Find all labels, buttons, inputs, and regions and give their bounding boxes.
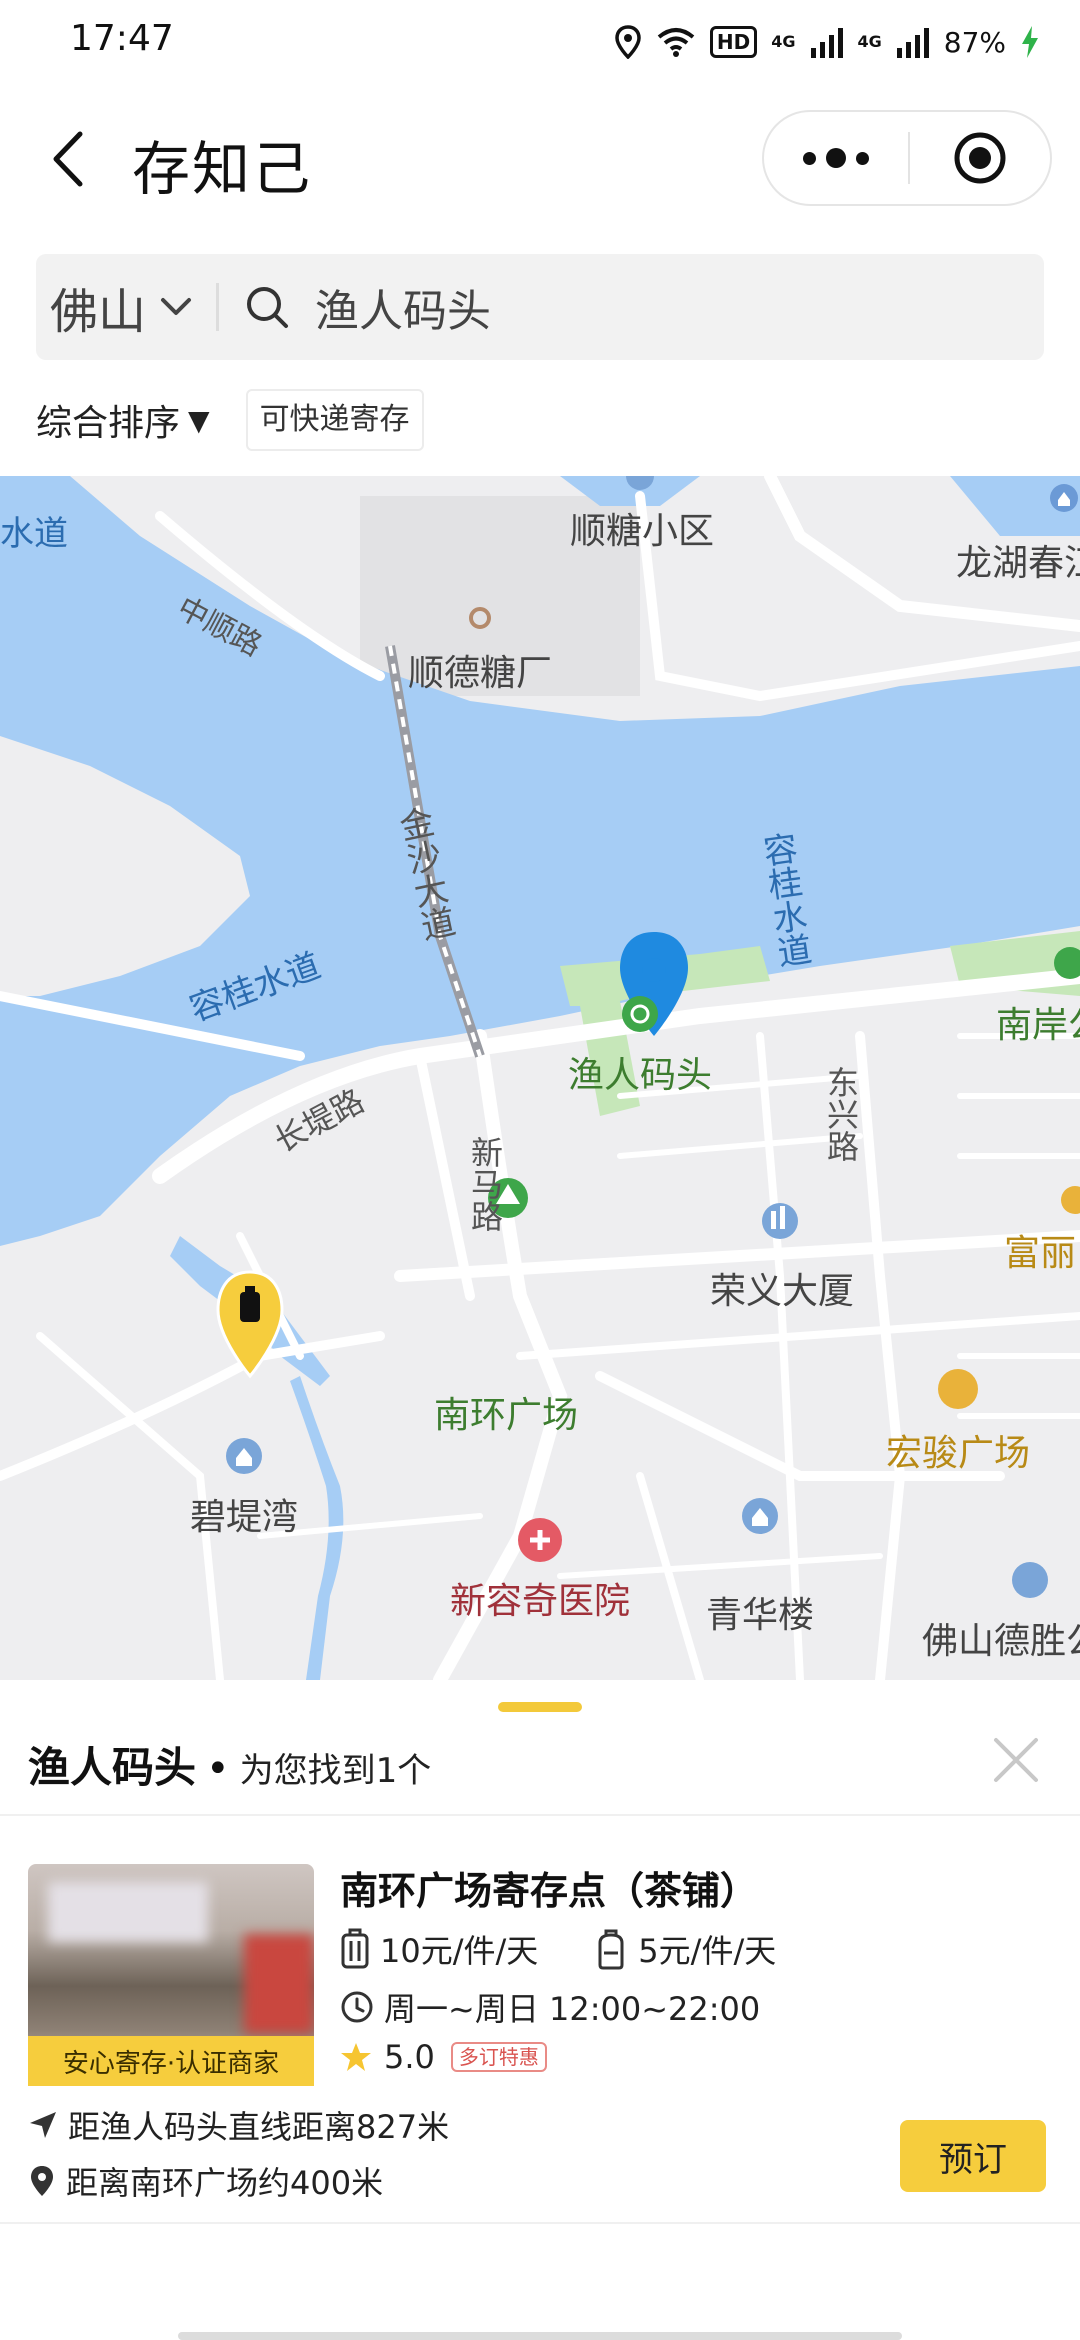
map-label-nanhuan: 南环广场	[434, 1395, 579, 1436]
rating-row: 5.0 多订特惠	[340, 2038, 547, 2076]
close-sheet-button[interactable]	[986, 1730, 1046, 1790]
location-icon	[615, 25, 641, 59]
signal-icon	[810, 28, 843, 58]
map-label-longhu: 龙湖春江	[956, 543, 1080, 584]
rating-value: 5.0	[384, 2038, 435, 2076]
search-icon	[247, 287, 289, 328]
status-icons: HD 4G 4G 87%	[614, 20, 1040, 64]
divider	[0, 1814, 1080, 1816]
map-label-nanan: 南岸公	[996, 1005, 1080, 1046]
result-count: 为您找到1个	[239, 1751, 432, 1791]
hours-row: 周一~周日 12:00~22:00	[340, 1984, 760, 2030]
wifi-icon	[657, 28, 695, 57]
map-pin-icon	[31, 2166, 53, 2196]
separator-dot: •	[206, 1746, 230, 1792]
charging-icon	[1022, 26, 1038, 58]
map-label-biti: 碧堤湾	[190, 1497, 299, 1538]
page-title: 存知己	[132, 135, 313, 203]
more-dots-icon	[803, 151, 816, 165]
map-label-fuli: 富丽	[1004, 1233, 1077, 1274]
distance-row: 距渔人码头直线距离827米	[28, 2102, 449, 2148]
status-time: 17:47	[70, 18, 174, 59]
sort-dropdown[interactable]: 综合排序 ▼	[36, 394, 210, 446]
map-label-xinma: 新马路	[466, 1136, 504, 1232]
sort-label: 综合排序	[36, 403, 181, 444]
map-label-dongxing: 东兴路	[822, 1066, 860, 1162]
business-hours: 周一~周日 12:00~22:00	[384, 1990, 761, 2028]
price-large-luggage: 10元/件/天	[380, 1932, 539, 1970]
chevron-left-icon	[53, 131, 83, 187]
network-4g-label: 4G	[771, 34, 795, 50]
landmark-distance: 距离南环广场约400米	[66, 2164, 384, 2202]
clock-icon	[341, 1991, 373, 2023]
sheet-header: 渔人码头 • 为您找到1个	[28, 1734, 431, 1804]
exit-button[interactable]	[910, 112, 1050, 204]
close-icon	[994, 1738, 1038, 1782]
search-divider	[216, 283, 220, 331]
luggage-icon	[341, 1928, 369, 1969]
city-label: 佛山	[50, 284, 147, 340]
map-view[interactable]: 水道 顺糖小区 龙湖春江 中顺路 顺德糖厂 金沙大道 容桂水道 容桂水道 渔人码…	[0, 476, 1080, 1680]
more-dots-icon-right	[856, 151, 869, 165]
price-small-luggage: 5元/件/天	[638, 1932, 777, 1970]
map-label-shunde-sugar: 顺德糖厂	[408, 653, 553, 694]
divider-bottom	[0, 2222, 1080, 2224]
search-bar: 佛山 渔人码头	[36, 254, 1044, 360]
status-bar: 17:47 HD 4G 4G 87%	[0, 0, 1080, 84]
result-keyword: 渔人码头	[28, 1743, 197, 1792]
home-indicator	[178, 2332, 902, 2340]
straight-line-distance: 距渔人码头直线距离827米	[68, 2108, 450, 2146]
filter-row: 综合排序 ▼ 可快递寄存	[36, 384, 424, 456]
promo-tag: 多订特惠	[450, 2042, 547, 2072]
storage-result-card[interactable]: 安心寄存·认证商家 南环广场寄存点（茶铺） 10元/件/天 5元/件/天 周一~…	[0, 1820, 1080, 2222]
certified-badge: 安心寄存·认证商家	[28, 2036, 314, 2086]
battery-percent: 87%	[943, 25, 1006, 59]
results-sheet: 渔人码头 • 为您找到1个 安心寄存·认证商家 南环广场寄存点（茶铺） 10元/…	[0, 1680, 1080, 2340]
hd-badge: HD	[709, 26, 758, 58]
search-input[interactable]: 渔人码头	[315, 275, 491, 339]
map-label-xinrongqi: 新容奇医院	[450, 1581, 631, 1622]
book-button[interactable]: 预订	[900, 2120, 1046, 2192]
net-label-2: 4G	[857, 32, 882, 51]
signal-icon-2	[896, 28, 929, 58]
map-label-foshan-desheng: 佛山德胜公	[922, 1621, 1080, 1662]
star-icon	[341, 2043, 371, 2071]
landmark-distance-row: 距离南环广场约400米	[28, 2158, 383, 2204]
photo-blur-red	[244, 1934, 314, 2034]
app-header: 存知己	[0, 84, 1080, 234]
store-name: 南环广场寄存点（茶铺）	[340, 1869, 759, 1913]
map-label-water-top-left: 水道	[0, 514, 68, 554]
navigation-arrow-icon	[30, 2112, 56, 2138]
map-label-rongyi: 荣义大厦	[710, 1271, 855, 1312]
chevron-down-icon	[161, 298, 192, 315]
back-button[interactable]	[38, 124, 98, 194]
map-label-shuntang: 顺糖小区	[570, 511, 715, 552]
caret-down-icon: ▼	[188, 403, 210, 437]
map-label-fisherman: 渔人码头	[568, 1055, 713, 1096]
more-dots-icon-center	[826, 148, 846, 168]
express-storage-filter[interactable]: 可快递寄存	[245, 389, 424, 451]
photo-blur-sign	[48, 1882, 208, 1942]
target-circle-icon	[954, 132, 1006, 184]
mini-program-capsule	[762, 110, 1052, 206]
net-label-1: 4G	[771, 32, 796, 51]
map-label-qinghua: 青华楼	[706, 1595, 815, 1636]
price-row: 10元/件/天 5元/件/天	[340, 1926, 776, 1972]
sheet-drag-handle[interactable]	[498, 1702, 582, 1712]
map-label-hongjun: 宏骏广场	[886, 1433, 1031, 1474]
city-selector[interactable]: 佛山	[36, 254, 192, 360]
network-4g-label-2: 4G	[858, 34, 882, 50]
more-button[interactable]	[764, 112, 908, 204]
backpack-icon	[598, 1929, 624, 1970]
